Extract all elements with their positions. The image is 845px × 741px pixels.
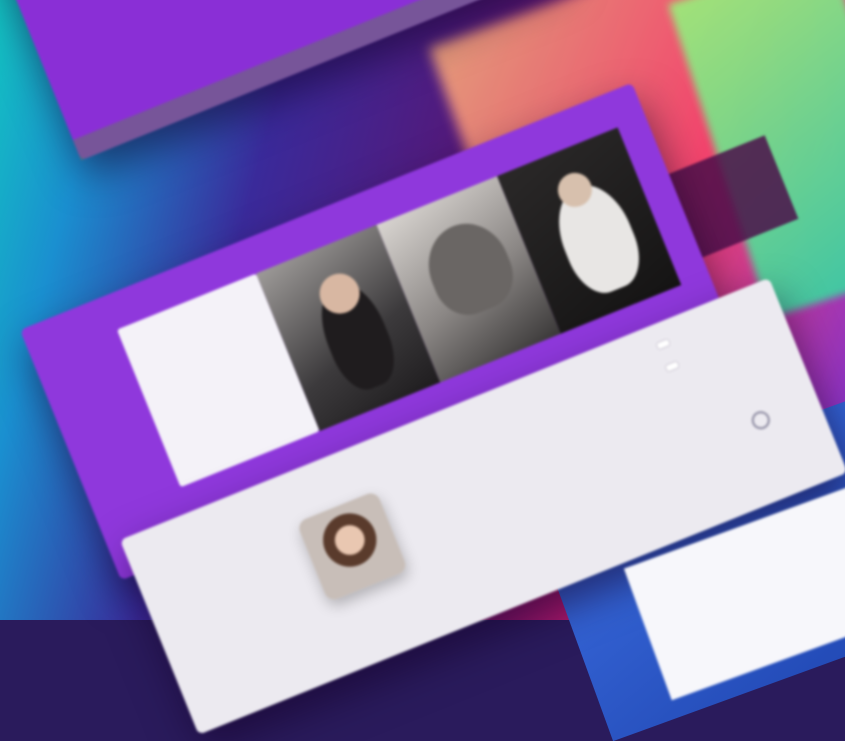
top-card-strip xyxy=(72,0,564,161)
person-avatar-icon xyxy=(296,490,409,603)
circle-icon[interactable] xyxy=(749,408,773,432)
mid-card-nav xyxy=(88,304,105,311)
top-purple-card xyxy=(0,0,564,161)
card-button-1[interactable] xyxy=(655,337,672,351)
mockup-scene xyxy=(0,0,845,735)
card-button-2[interactable] xyxy=(664,360,681,373)
top-card-text xyxy=(62,0,433,6)
